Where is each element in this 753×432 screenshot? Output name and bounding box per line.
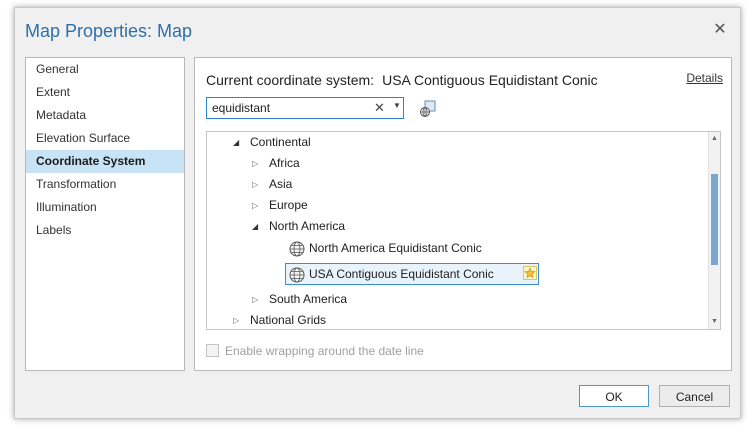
close-icon[interactable]: ✕ [712, 22, 728, 38]
add-to-favorites-icon[interactable] [523, 266, 537, 280]
globe-icon [289, 241, 305, 257]
tree-node-na-equidistant-conic[interactable]: North America Equidistant Conic [289, 238, 482, 259]
sidebar-item-labels[interactable]: Labels [26, 219, 184, 242]
tree-scrollbar[interactable]: ▲ ▼ [708, 132, 720, 329]
spatial-filter-icon[interactable] [419, 100, 437, 118]
tree-node-north-america[interactable]: ◢ North America [252, 216, 345, 237]
sidebar-item-transformation[interactable]: Transformation [26, 173, 184, 196]
tree-node-national-grids[interactable]: ▷ National Grids [233, 310, 327, 329]
current-coordinate-system-value: USA Contiguous Equidistant Conic [382, 72, 598, 88]
tree-label-usa-equidistant-conic: USA Contiguous Equidistant Conic [309, 267, 494, 281]
sidebar-item-illumination[interactable]: Illumination [26, 196, 184, 219]
sidebar-item-metadata[interactable]: Metadata [26, 104, 184, 127]
tree-label-national-grids: National Grids [250, 313, 327, 327]
wrap-dateline-label: Enable wrapping around the date line [225, 344, 424, 358]
collapse-arrow-icon[interactable]: ▷ [252, 195, 258, 216]
sidebar-item-coordinate-system[interactable]: Coordinate System [26, 150, 184, 173]
search-input[interactable] [207, 98, 362, 118]
map-properties-dialog: Map Properties: Map ✕ General Extent Met… [14, 7, 741, 419]
tree-node-continental[interactable]: ◢ Continental [233, 132, 311, 153]
tree-label-europe: Europe [269, 198, 308, 212]
chevron-down-icon[interactable]: ▼ [393, 101, 401, 110]
expand-arrow-icon[interactable]: ◢ [252, 216, 258, 237]
scroll-down-icon[interactable]: ▼ [710, 317, 719, 327]
globe-icon [289, 267, 305, 283]
tree-label-na-equidistant-conic: North America Equidistant Conic [309, 241, 482, 255]
coordinate-system-panel: Current coordinate system: USA Contiguous… [194, 57, 732, 371]
tree-label-north-america: North America [269, 219, 346, 233]
scroll-up-icon[interactable]: ▲ [710, 134, 719, 144]
sidebar-item-elevation-surface[interactable]: Elevation Surface [26, 127, 184, 150]
sidebar-item-extent[interactable]: Extent [26, 81, 184, 104]
details-link[interactable]: Details [686, 71, 723, 85]
tree-node-usa-equidistant-conic[interactable]: USA Contiguous Equidistant Conic [289, 264, 494, 285]
collapse-arrow-icon[interactable]: ▷ [252, 289, 258, 310]
search-box: ✕ ▼ [206, 97, 404, 119]
dialog-title: Map Properties: Map [25, 21, 193, 41]
current-coordinate-system-label: Current coordinate system: [206, 72, 375, 88]
coordinate-system-tree: ◢ Continental ▷ Africa ▷ Asia ▷ Europe ◢… [206, 131, 721, 330]
tree-label-south-america: South America [269, 292, 348, 306]
wrap-dateline-option: Enable wrapping around the date line [206, 344, 424, 358]
cancel-button[interactable]: Cancel [659, 385, 730, 407]
tree-node-africa[interactable]: ▷ Africa [252, 153, 300, 174]
scrollbar-thumb[interactable] [711, 174, 718, 265]
ok-button[interactable]: OK [579, 385, 649, 407]
current-coordinate-system: Current coordinate system: USA Contiguous… [206, 72, 598, 88]
tree-label-africa: Africa [269, 156, 300, 170]
collapse-arrow-icon[interactable]: ▷ [252, 153, 258, 174]
sidebar-item-general[interactable]: General [26, 58, 184, 81]
collapse-arrow-icon[interactable]: ▷ [252, 174, 258, 195]
expand-arrow-icon[interactable]: ◢ [233, 132, 239, 153]
sidebar: General Extent Metadata Elevation Surfac… [25, 57, 185, 371]
tree-label-asia: Asia [269, 177, 293, 191]
clear-icon[interactable]: ✕ [374, 100, 385, 116]
collapse-arrow-icon[interactable]: ▷ [233, 310, 239, 329]
tree-node-europe[interactable]: ▷ Europe [252, 195, 308, 216]
tree-node-south-america[interactable]: ▷ South America [252, 289, 347, 310]
tree-node-asia[interactable]: ▷ Asia [252, 174, 292, 195]
wrap-dateline-checkbox[interactable] [206, 344, 219, 357]
tree-label-continental: Continental [250, 135, 311, 149]
